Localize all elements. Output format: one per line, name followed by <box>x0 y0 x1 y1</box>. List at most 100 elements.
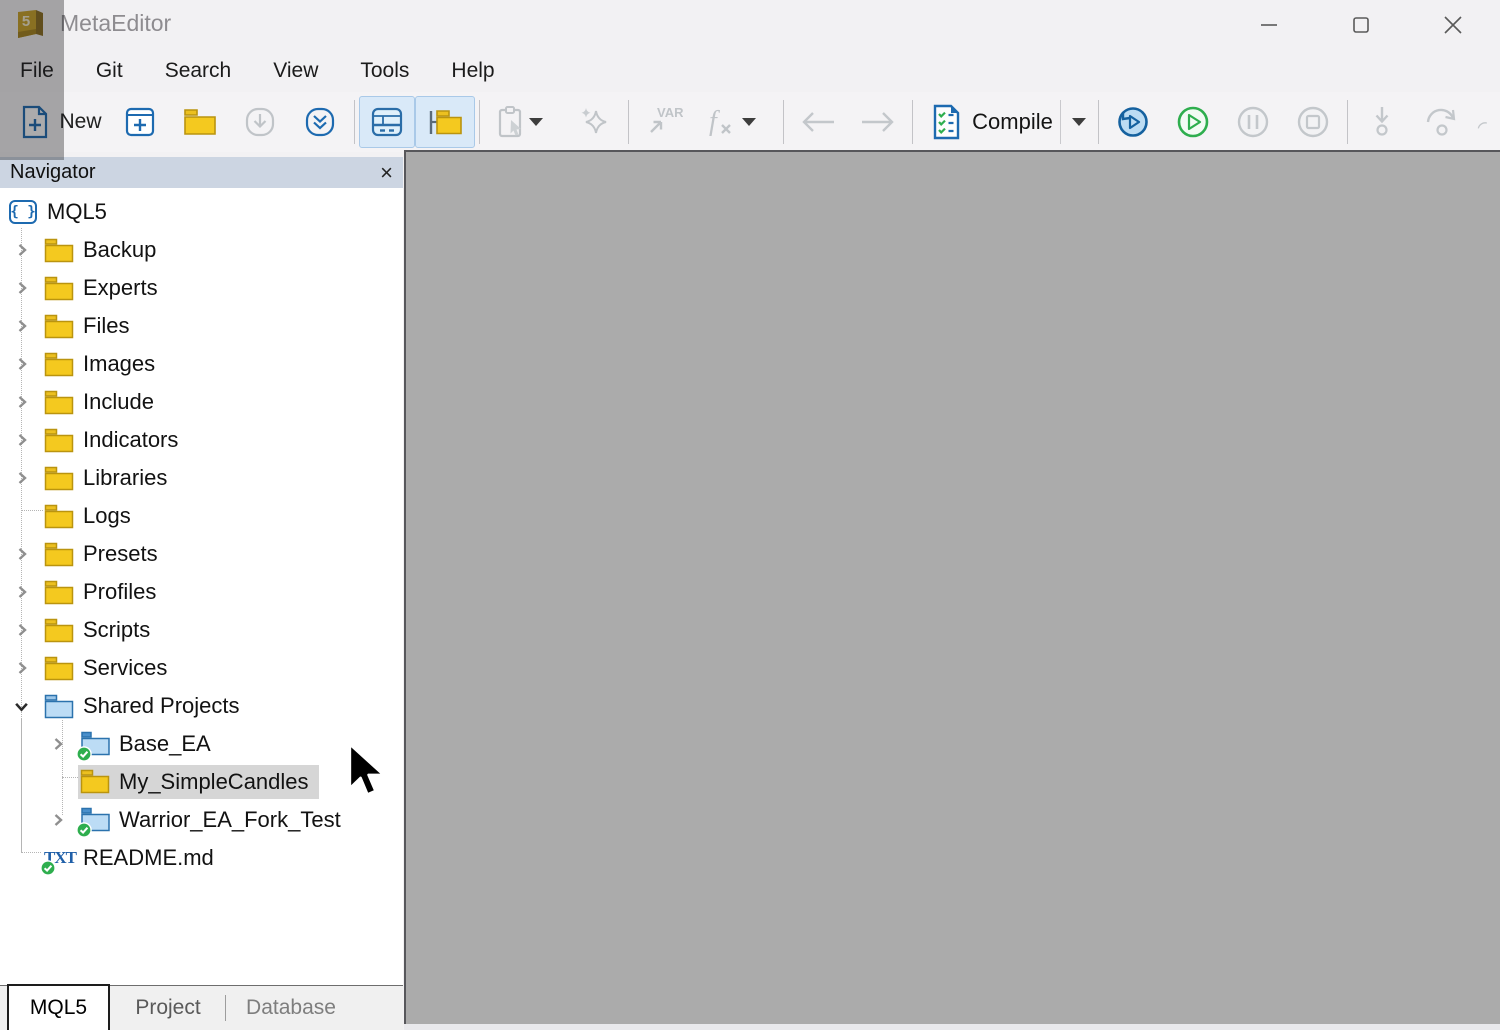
tree-item-experts[interactable]: Experts <box>0 269 403 307</box>
toggle-toolbox-button[interactable] <box>359 96 415 148</box>
tree-item-backup[interactable]: Backup <box>0 231 403 269</box>
tree-item-indicators[interactable]: Indicators <box>0 421 403 459</box>
close-button[interactable] <box>1422 0 1484 50</box>
tree-item-images[interactable]: Images <box>0 345 403 383</box>
chevron-right-icon[interactable] <box>13 546 30 563</box>
tab-mql5[interactable]: MQL5 <box>7 984 110 1030</box>
tree-item-base-ea[interactable]: Base_EA <box>0 725 403 763</box>
function-dropdown-caret[interactable] <box>742 118 756 126</box>
menu-search[interactable]: Search <box>165 59 232 83</box>
chevron-right-icon[interactable] <box>13 356 30 373</box>
new-file-icon <box>20 105 50 139</box>
compile-button[interactable]: Compile <box>917 96 1057 148</box>
restart-debugging-button[interactable] <box>1103 96 1163 148</box>
chevron-right-icon[interactable] <box>13 660 30 677</box>
folder-icon <box>44 313 75 340</box>
compile-dropdown-caret <box>1072 118 1086 126</box>
tree-item-scripts[interactable]: Scripts <box>0 611 403 649</box>
folder-icon <box>44 427 75 454</box>
tree-item-files[interactable]: Files <box>0 307 403 345</box>
tree-item-label: Base_EA <box>119 731 211 757</box>
tree-item-presets[interactable]: Presets <box>0 535 403 573</box>
download-all-icon <box>304 106 336 138</box>
paste-dropdown-caret[interactable] <box>529 118 543 126</box>
tree-item-services[interactable]: Services <box>0 649 403 687</box>
toggle-navigator-button[interactable] <box>415 96 475 148</box>
tree-item-readme[interactable]: TXT README.md <box>0 839 403 877</box>
menu-git[interactable]: Git <box>96 59 123 83</box>
txt-file-icon: TXT <box>44 845 75 872</box>
chevron-right-icon[interactable] <box>13 622 30 639</box>
navigator-panel: Navigator × { } MQL5 Backup <box>0 157 403 1030</box>
tree-item-label: Presets <box>83 541 158 567</box>
step-into-icon <box>1367 104 1397 140</box>
folder-icon <box>44 503 75 530</box>
folder-icon <box>44 389 75 416</box>
tree-item-warrior-ea-fork-test[interactable]: Warrior_EA_Fork_Test <box>0 801 403 839</box>
tree-item-label: Libraries <box>83 465 167 491</box>
tree-item-mql5[interactable]: { } MQL5 <box>0 193 403 231</box>
step-over-icon <box>1422 104 1462 140</box>
chevron-right-icon[interactable] <box>13 242 30 259</box>
minimize-button[interactable] <box>1238 0 1300 50</box>
menu-view[interactable]: View <box>273 59 318 83</box>
chevron-right-icon[interactable] <box>49 812 66 829</box>
tree-item-profiles[interactable]: Profiles <box>0 573 403 611</box>
chevron-right-icon[interactable] <box>13 470 30 487</box>
folder-icon <box>44 617 75 644</box>
folder-icon <box>44 351 75 378</box>
metaeditor-logo-icon: 5 <box>12 7 48 43</box>
maximize-button[interactable] <box>1330 0 1392 50</box>
tree-item-shared-projects[interactable]: Shared Projects <box>0 687 403 725</box>
tree-item-label: My_SimpleCandles <box>119 769 309 795</box>
chevron-placeholder <box>49 774 66 791</box>
start-debugging-button[interactable] <box>1163 96 1223 148</box>
insert-function-button: f <box>693 96 769 148</box>
svg-text:f: f <box>709 106 720 137</box>
menu-tools[interactable]: Tools <box>360 59 409 83</box>
shared-projects-folder-icon <box>44 693 75 720</box>
chevron-down-icon[interactable] <box>13 698 30 715</box>
toolbar-separator <box>354 100 355 144</box>
folder-icon <box>44 579 75 606</box>
compile-dropdown-button[interactable] <box>1064 96 1094 148</box>
navigator-close-icon[interactable]: × <box>380 162 393 184</box>
selected-row-highlight[interactable]: My_SimpleCandles <box>78 765 319 799</box>
folder-icon <box>80 768 111 795</box>
compile-button-label: Compile <box>972 109 1053 135</box>
tree-item-libraries[interactable]: Libraries <box>0 459 403 497</box>
open-folder-icon <box>183 108 217 136</box>
run-icon <box>1175 104 1211 140</box>
menu-help[interactable]: Help <box>451 59 494 83</box>
arrow-left-icon <box>798 109 838 135</box>
menu-file[interactable]: File <box>20 59 54 83</box>
title-bar: 5 MetaEditor <box>0 0 1500 50</box>
step-into-button <box>1352 96 1412 148</box>
tab-database[interactable]: Database <box>232 986 350 1030</box>
open-data-folder-button[interactable] <box>170 96 230 148</box>
toolbar-separator <box>1347 100 1348 144</box>
synced-check-badge <box>76 822 92 838</box>
ai-sparkle-icon <box>577 105 611 139</box>
chevron-right-icon[interactable] <box>13 394 30 411</box>
new-window-button[interactable] <box>110 96 170 148</box>
chevron-right-icon[interactable] <box>49 736 66 753</box>
tree-item-include[interactable]: Include <box>0 383 403 421</box>
tree-item-my-simplecandles[interactable]: My_SimpleCandles <box>0 763 403 801</box>
variables-button: VAR <box>633 96 693 148</box>
chevron-right-icon[interactable] <box>13 584 30 601</box>
tree-item-logs[interactable]: Logs <box>0 497 403 535</box>
chevron-right-icon[interactable] <box>13 280 30 297</box>
tree-item-label: Scripts <box>83 617 150 643</box>
tree-item-label: MQL5 <box>47 199 107 225</box>
chevron-placeholder <box>13 508 30 525</box>
download-all-button[interactable] <box>290 96 350 148</box>
toolbar-separator <box>1098 100 1099 144</box>
new-file-button[interactable]: New <box>12 96 110 148</box>
close-icon <box>1441 13 1465 37</box>
chevron-right-icon[interactable] <box>13 432 30 449</box>
synced-check-badge <box>40 860 56 876</box>
tab-project[interactable]: Project <box>118 986 218 1030</box>
navigator-panel-icon <box>426 107 464 137</box>
chevron-right-icon[interactable] <box>13 318 30 335</box>
